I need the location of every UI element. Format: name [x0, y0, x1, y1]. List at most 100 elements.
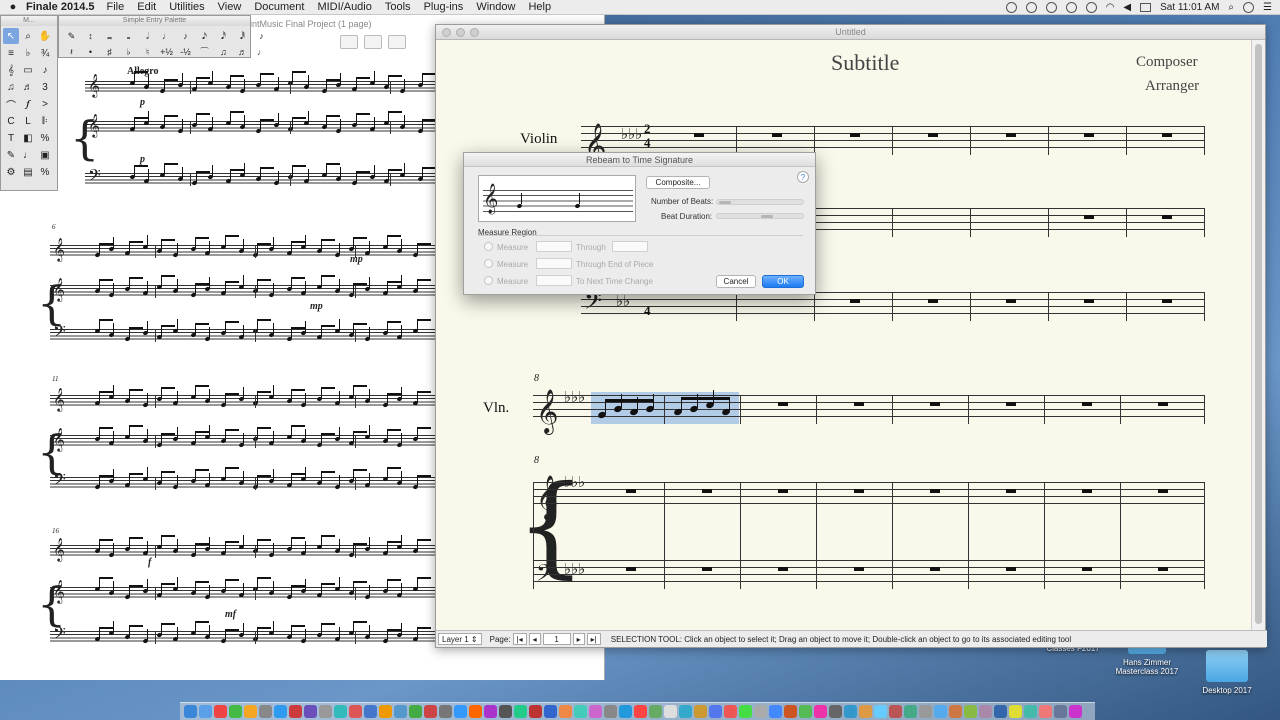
staff-tool-icon[interactable]: ≡: [3, 45, 19, 61]
dock-app-icon-16[interactable]: [424, 705, 437, 718]
wifi-icon[interactable]: ◠: [1106, 2, 1115, 13]
last-page-button[interactable]: ▸|: [586, 633, 601, 645]
score-page[interactable]: Subtitle Composer Arranger Violin 𝄞 ♭♭♭ …: [436, 40, 1253, 632]
dock-app-icon-40[interactable]: [784, 705, 797, 718]
clef-tool-icon[interactable]: 𝄞: [3, 62, 19, 78]
scrollbar-thumb[interactable]: [1255, 44, 1262, 624]
menu-utilities[interactable]: Utilities: [169, 1, 204, 13]
natural-icon[interactable]: ♮: [139, 45, 156, 59]
vertical-scrollbar[interactable]: [1251, 40, 1265, 632]
dock-app-icon-58[interactable]: [1054, 705, 1067, 718]
dock-app-icon-19[interactable]: [469, 705, 482, 718]
dock-app-icon-24[interactable]: [544, 705, 557, 718]
dock-app-icon-28[interactable]: [604, 705, 617, 718]
hyperscribe-tool-icon[interactable]: ♬: [20, 79, 36, 95]
volume-icon[interactable]: ◀: [1123, 2, 1131, 13]
dock-app-icon-3[interactable]: [229, 705, 242, 718]
dock-app-icon-31[interactable]: [649, 705, 662, 718]
dock-app-icon-25[interactable]: [559, 705, 572, 718]
tuplet-icon[interactable]: ♫: [215, 45, 232, 59]
minimize-window-icon[interactable]: [456, 28, 465, 37]
dock-app-icon-27[interactable]: [589, 705, 602, 718]
sixteenth-note-icon[interactable]: 𝅘𝅥𝅯: [196, 29, 213, 43]
dock-app-icon-12[interactable]: [364, 705, 377, 718]
piano-treble-staff-system2[interactable]: [533, 482, 1204, 510]
rest-icon[interactable]: 𝄽: [63, 45, 80, 59]
articulation-tool-icon[interactable]: >: [37, 96, 53, 112]
desktop-folder-desktop-2017[interactable]: Desktop 2017: [1192, 650, 1262, 695]
dock-app-icon-32[interactable]: [664, 705, 677, 718]
measure-next-field[interactable]: [536, 275, 572, 286]
dock-app-icon-6[interactable]: [274, 705, 287, 718]
flat-icon[interactable]: ♭: [120, 45, 137, 59]
quarter-note-icon[interactable]: ♩: [158, 29, 175, 43]
graphics-tool-icon[interactable]: ◧: [20, 130, 36, 146]
dock-app-icon-11[interactable]: [349, 705, 362, 718]
dock-app-icon-5[interactable]: [259, 705, 272, 718]
dock-app-icon-17[interactable]: [439, 705, 452, 718]
tuplet-tool-icon[interactable]: 3: [37, 79, 53, 95]
key-signature-tool-icon[interactable]: ♭: [20, 45, 36, 61]
dock-app-icon-52[interactable]: [964, 705, 977, 718]
bluetooth-icon[interactable]: [1085, 2, 1097, 13]
desktop-folder-hans-zimmer[interactable]: Hans Zimmer Masterclass 2017: [1108, 638, 1186, 676]
user-avatar-icon[interactable]: [1243, 2, 1255, 13]
measure-end-field[interactable]: [612, 241, 648, 252]
repeat-tool-icon[interactable]: 𝄆: [37, 113, 53, 129]
slider-knob[interactable]: [719, 201, 731, 204]
dock-app-icon-56[interactable]: [1024, 705, 1037, 718]
dock-app-icon-38[interactable]: [754, 705, 767, 718]
menu-window[interactable]: Window: [476, 1, 515, 13]
dot-icon[interactable]: •: [82, 45, 99, 59]
cancel-button[interactable]: Cancel: [716, 275, 756, 288]
note-mover-tool-icon[interactable]: ♩: [20, 147, 36, 163]
apple-icon[interactable]: ●: [0, 1, 26, 13]
lyrics-tool-icon[interactable]: L: [20, 113, 36, 129]
ossia-tool-icon[interactable]: ▣: [37, 147, 53, 163]
dock-app-icon-57[interactable]: [1039, 705, 1052, 718]
dock-app-icon-13[interactable]: [379, 705, 392, 718]
first-page-button[interactable]: |◂: [512, 633, 527, 645]
menu-file[interactable]: File: [107, 1, 125, 13]
dock-app-icon-15[interactable]: [409, 705, 422, 718]
special-tools-icon[interactable]: ✎: [3, 147, 19, 163]
time-signature-tool-icon[interactable]: ¾: [37, 45, 53, 61]
dock-app-icon-33[interactable]: [679, 705, 692, 718]
dock-app-icon-22[interactable]: [514, 705, 527, 718]
dock-app-icon-7[interactable]: [289, 705, 302, 718]
battery-icon[interactable]: [1140, 3, 1152, 12]
sync-icon[interactable]: [1045, 2, 1057, 13]
page-number-field[interactable]: 1: [542, 633, 571, 645]
dock-app-icon-9[interactable]: [319, 705, 332, 718]
notification-center-icon[interactable]: ☰: [1263, 2, 1272, 13]
dock-app-icon-47[interactable]: [889, 705, 902, 718]
whole-note-icon[interactable]: 𝅝: [120, 29, 137, 43]
status-icon[interactable]: [1005, 2, 1017, 13]
measure-to-next-time-change-radio[interactable]: [484, 276, 493, 285]
beat-duration-slider[interactable]: [716, 213, 804, 219]
dock-app-icon-44[interactable]: [844, 705, 857, 718]
timemachine-icon[interactable]: [1065, 2, 1077, 13]
dock-app-icon-50[interactable]: [934, 705, 947, 718]
help-button[interactable]: ?: [797, 171, 809, 183]
menu-edit[interactable]: Edit: [137, 1, 156, 13]
dock-app-icon-2[interactable]: [214, 705, 227, 718]
instrument-name-short[interactable]: Vln.: [483, 400, 509, 417]
dock-app-icon-34[interactable]: [694, 705, 707, 718]
grace-note-icon[interactable]: ♪: [253, 29, 270, 43]
menu-view[interactable]: View: [218, 1, 242, 13]
dock-app-icon-26[interactable]: [574, 705, 587, 718]
dock-app-icon-59[interactable]: [1069, 705, 1082, 718]
dock-app-icon-10[interactable]: [334, 705, 347, 718]
dock-app-icon-37[interactable]: [739, 705, 752, 718]
tie-icon[interactable]: ⁀: [196, 45, 213, 59]
slider-knob[interactable]: [761, 215, 773, 218]
hand-grabber-tool-icon[interactable]: ✋: [37, 28, 53, 44]
score-subtitle[interactable]: Subtitle: [831, 50, 899, 76]
dock-app-icon-35[interactable]: [709, 705, 722, 718]
measure-tool-icon[interactable]: ▭: [20, 62, 36, 78]
simple-eraser-icon[interactable]: ✎: [63, 29, 80, 43]
sixty-fourth-note-icon[interactable]: 𝅘𝅥𝅱: [234, 29, 251, 43]
page-tool-icon[interactable]: [388, 35, 406, 49]
menu-midi-audio[interactable]: MIDI/Audio: [317, 1, 371, 13]
